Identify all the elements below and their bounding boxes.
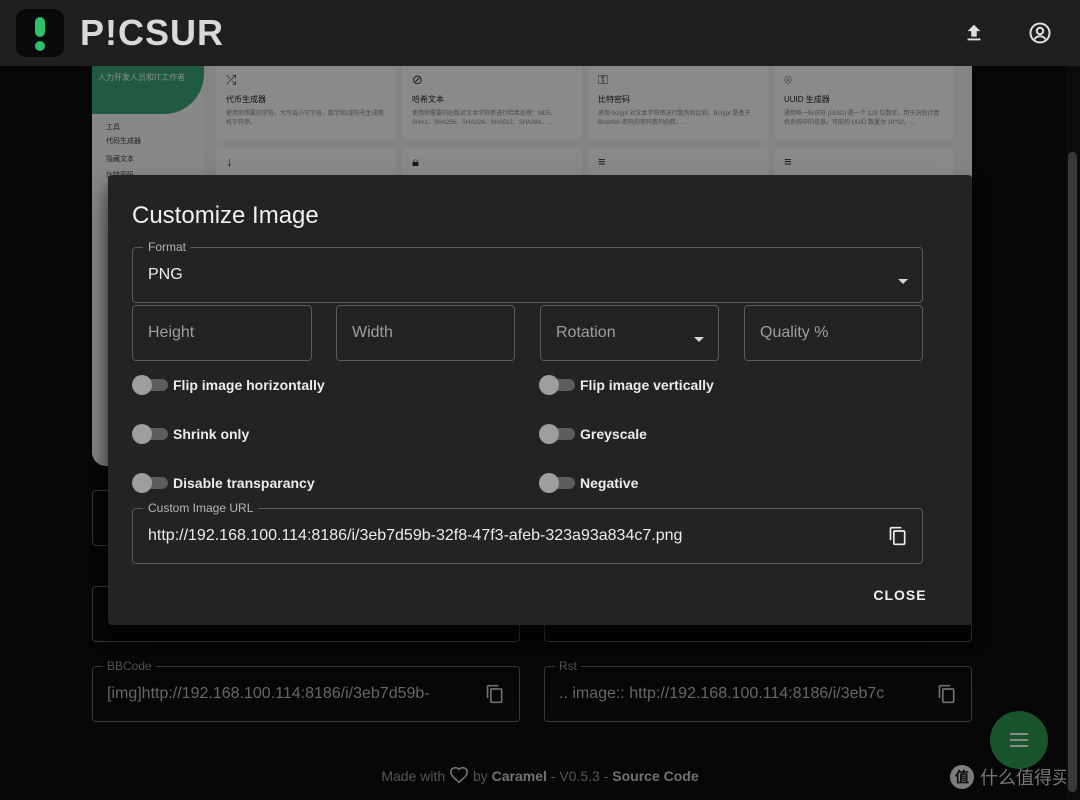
format-label: Format [143,240,192,254]
dialog-title: Customize Image [132,202,319,229]
flip-vertical-label: Flip image vertically [580,377,714,393]
disable-transparency-label: Disable transparancy [173,475,315,491]
caret-down-icon [694,330,704,348]
negative-toggle[interactable]: Negative [539,473,638,493]
height-placeholder: Height [148,324,195,341]
shrink-only-label: Shrink only [173,426,250,442]
rotation-select[interactable]: Rotation [540,305,719,361]
format-value: PNG [148,266,183,283]
custom-image-url-value[interactable]: http://192.168.100.114:8186/i/3eb7d59b-3… [148,527,682,545]
quality-input[interactable]: Quality % [744,305,923,361]
toggle-switch[interactable] [539,424,575,444]
logo-text: P!CSUR [80,12,225,53]
copy-icon[interactable] [888,525,908,552]
toggle-switch[interactable] [539,375,575,395]
greyscale-label: Greyscale [580,426,647,442]
width-placeholder: Width [352,324,393,341]
app-bar: P!CSUR [0,0,1080,66]
close-button[interactable]: CLOSE [860,579,940,611]
toggle-switch[interactable] [539,473,575,493]
caret-down-icon [898,272,908,290]
quality-placeholder: Quality % [760,324,829,341]
height-input[interactable]: Height [132,305,312,361]
upload-icon[interactable] [960,19,988,47]
width-input[interactable]: Width [336,305,515,361]
rotation-placeholder: Rotation [556,324,616,341]
flip-horizontal-label: Flip image horizontally [173,377,325,393]
shrink-only-toggle[interactable]: Shrink only [132,424,249,444]
flip-vertical-toggle[interactable]: Flip image vertically [539,375,714,395]
toggle-switch[interactable] [132,375,168,395]
account-icon[interactable] [1026,19,1054,47]
toggle-switch[interactable] [132,473,168,493]
custom-image-url-label: Custom Image URL [143,501,259,515]
flip-horizontal-toggle[interactable]: Flip image horizontally [132,375,325,395]
negative-label: Negative [580,475,639,491]
disable-transparency-toggle[interactable]: Disable transparancy [132,473,315,493]
greyscale-toggle[interactable]: Greyscale [539,424,647,444]
customize-image-dialog: Customize Image Format PNG Height Width … [108,175,972,625]
custom-image-url-field[interactable]: Custom Image URL http://192.168.100.114:… [132,501,923,564]
format-select[interactable]: Format PNG [132,240,923,303]
toggle-switch[interactable] [132,424,168,444]
logo-icon [16,9,64,57]
